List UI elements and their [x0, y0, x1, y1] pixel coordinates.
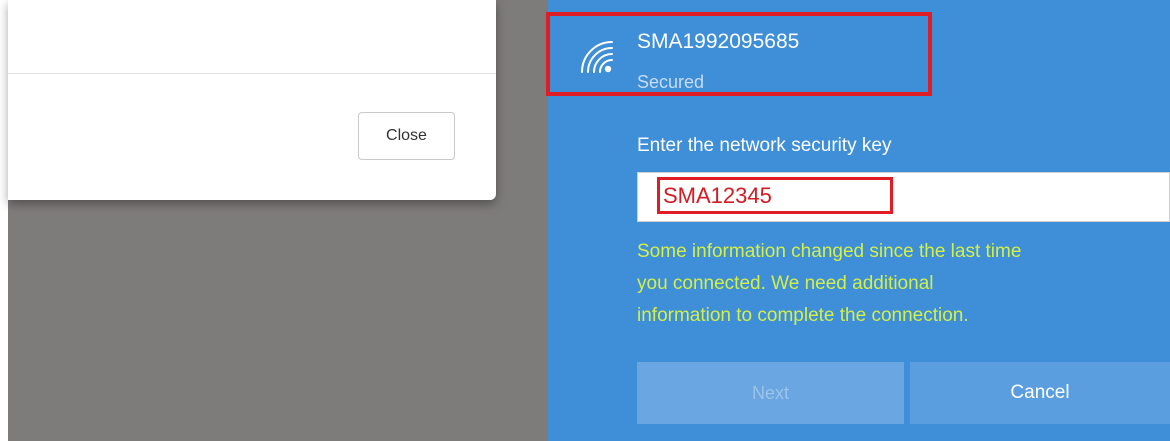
- info-message: Some information changed since the last …: [637, 241, 1022, 326]
- dialog-window: Close: [8, 0, 496, 200]
- close-button[interactable]: Close: [358, 112, 455, 160]
- highlight-box-key: [657, 177, 893, 214]
- next-button[interactable]: Next: [637, 362, 904, 424]
- cancel-button[interactable]: Cancel: [910, 362, 1170, 424]
- dialog-divider: [8, 73, 496, 74]
- highlight-box-network: [546, 12, 932, 96]
- security-key-label: Enter the network security key: [637, 135, 892, 156]
